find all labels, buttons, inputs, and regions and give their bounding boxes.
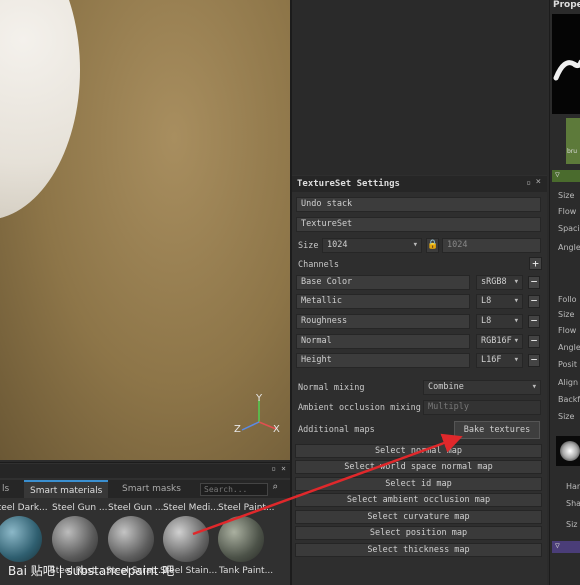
annotation-arrow-icon: [192, 433, 463, 536]
baidu-watermark: Bai 贴吧 | substancepaint 吧: [8, 564, 175, 578]
